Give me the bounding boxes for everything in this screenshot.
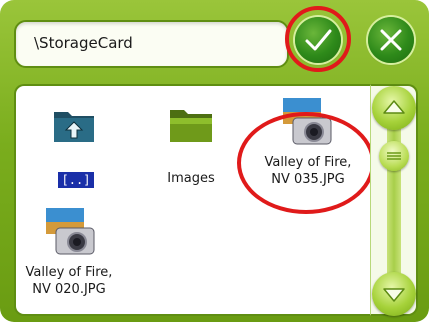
path-field[interactable]: \StorageCard <box>14 20 289 68</box>
grip-icon <box>387 152 401 160</box>
image-file-icon <box>46 208 95 255</box>
folder-icon <box>170 110 212 142</box>
ok-button-highlight-ring <box>285 6 351 72</box>
arrow-down-icon <box>383 288 405 302</box>
file-item-parent[interactable]: [..] <box>16 86 136 196</box>
cancel-button[interactable] <box>368 17 414 63</box>
file-label-images: Images <box>167 171 215 186</box>
file-label-valley-020: Valley of Fire, NV 020.JPG <box>25 265 113 297</box>
arrow-up-icon <box>383 100 405 114</box>
scroll-thumb[interactable] <box>379 141 409 171</box>
close-icon <box>380 29 402 51</box>
path-text: \StorageCard <box>34 34 133 52</box>
scroll-up-button[interactable] <box>372 86 416 130</box>
file-item-valley-020[interactable]: Valley of Fire, NV 020.JPG <box>16 196 136 314</box>
file-picker-window: \StorageCard [..] Images Valley of Fire,… <box>0 0 429 322</box>
scroll-down-button[interactable] <box>372 272 416 316</box>
parent-folder-icon <box>54 112 94 142</box>
file-item-images[interactable]: Images <box>136 86 246 196</box>
file-label-parent: [..] <box>57 172 95 188</box>
file-highlight-ring <box>237 112 375 214</box>
